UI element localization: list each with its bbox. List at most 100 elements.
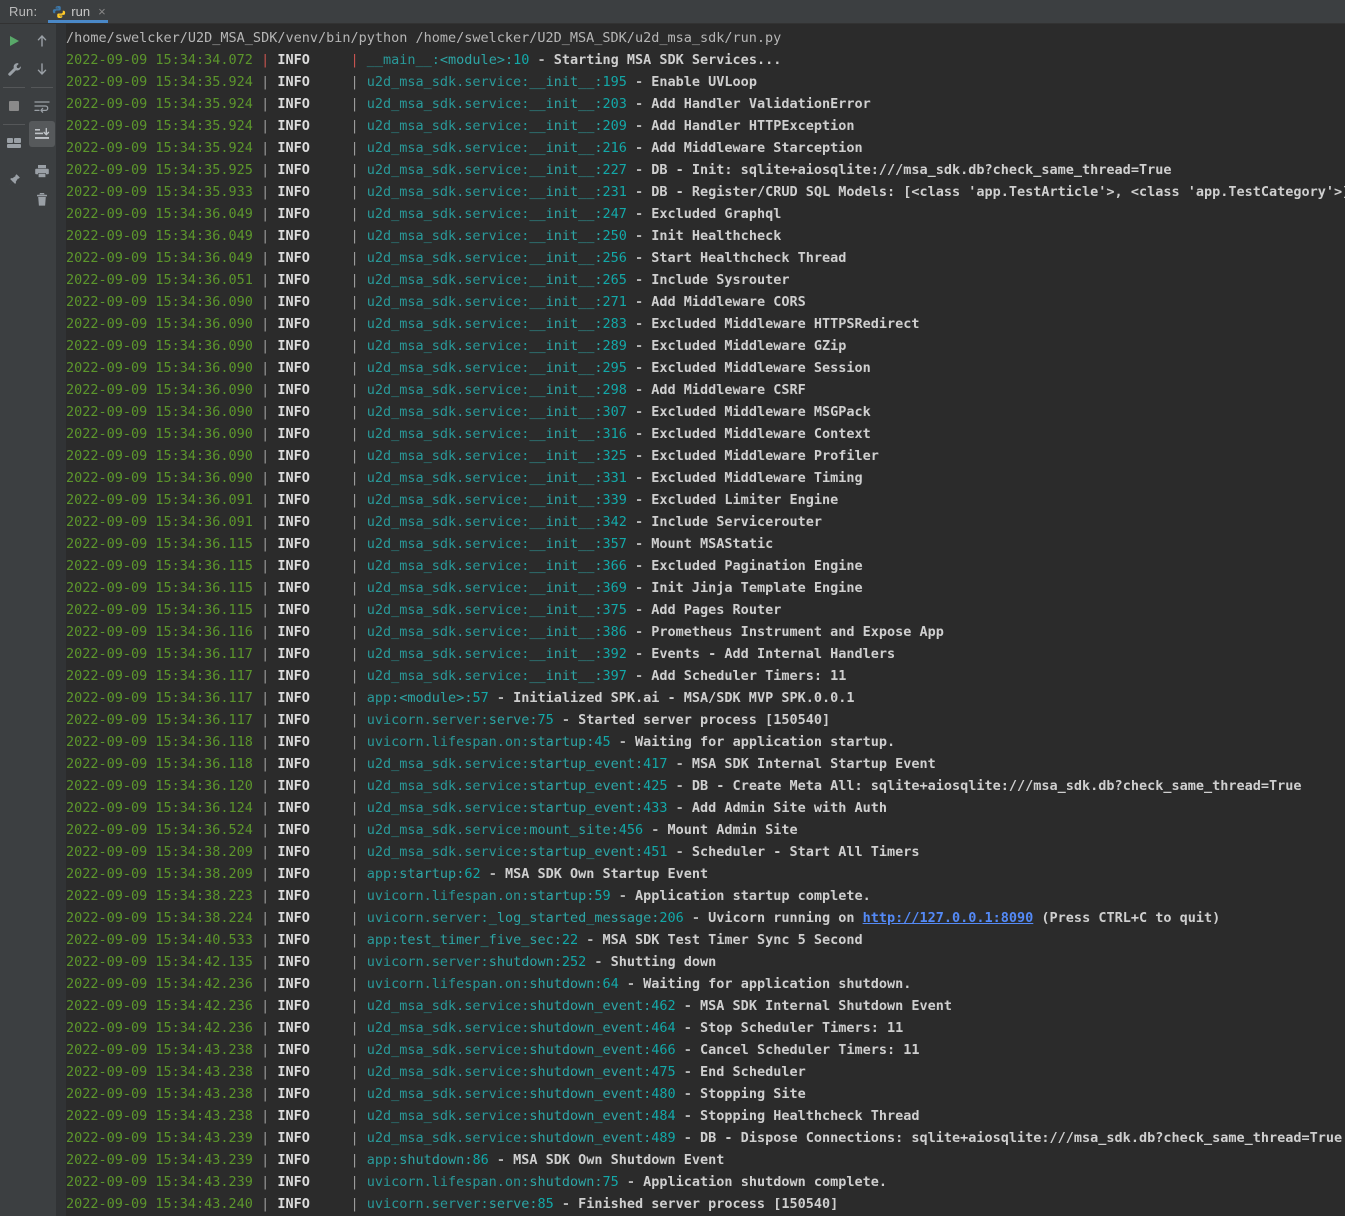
console-log-line: 2022-09-09 15:34:43.240 | INFO | uvicorn… — [66, 1196, 839, 1212]
log-level: INFO — [277, 250, 310, 266]
log-level: INFO — [277, 382, 310, 398]
log-level: INFO — [277, 206, 310, 222]
pin-icon[interactable] — [1, 167, 27, 193]
console-lines: /home/swelcker/U2D_MSA_SDK/venv/bin/pyth… — [66, 24, 1345, 1216]
console-log-line: 2022-09-09 15:34:36.091 | INFO | u2d_msa… — [66, 492, 839, 508]
log-level: INFO — [277, 338, 310, 354]
console-log-line: 2022-09-09 15:34:36.116 | INFO | u2d_msa… — [66, 624, 944, 640]
log-level: INFO — [277, 470, 310, 486]
scroll-to-end-icon[interactable] — [29, 121, 55, 147]
tool-window-title: Run: — [9, 4, 38, 19]
log-level: INFO — [277, 140, 310, 156]
console-log-line: 2022-09-09 15:34:43.238 | INFO | u2d_msa… — [66, 1042, 920, 1058]
log-level: INFO — [277, 1152, 310, 1168]
log-level: INFO — [277, 404, 310, 420]
log-level: INFO — [277, 1086, 310, 1102]
console-log-line: 2022-09-09 15:34:36.049 | INFO | u2d_msa… — [66, 206, 782, 222]
wrench-icon[interactable] — [1, 56, 27, 82]
log-level: INFO — [277, 96, 310, 112]
log-level: INFO — [277, 668, 310, 684]
log-level: INFO — [277, 228, 310, 244]
log-level: INFO — [277, 888, 310, 904]
console-log-line: 2022-09-09 15:34:34.072 | INFO | __main_… — [66, 52, 782, 68]
log-level: INFO — [277, 976, 310, 992]
log-level: INFO — [277, 514, 310, 530]
console-log-line: 2022-09-09 15:34:36.115 | INFO | u2d_msa… — [66, 580, 863, 596]
log-level: INFO — [277, 558, 310, 574]
toolbar-divider-2 — [3, 124, 25, 125]
log-level: INFO — [277, 822, 310, 838]
console-log-line: 2022-09-09 15:34:36.115 | INFO | u2d_msa… — [66, 558, 863, 574]
log-level: INFO — [277, 998, 310, 1014]
console-log-line: 2022-09-09 15:34:43.239 | INFO | app:shu… — [66, 1152, 725, 1168]
run-tool-window-header: Run: run × — [0, 0, 1345, 24]
tab-label: run — [71, 4, 91, 19]
console-log-line: 2022-09-09 15:34:36.091 | INFO | u2d_msa… — [66, 514, 822, 530]
toolbar-divider-4 — [31, 87, 53, 88]
console-log-line: 2022-09-09 15:34:36.051 | INFO | u2d_msa… — [66, 272, 790, 288]
run-button[interactable] — [1, 28, 27, 54]
log-level: INFO — [277, 844, 310, 860]
console-log-line: 2022-09-09 15:34:38.224 | INFO | uvicorn… — [66, 910, 1221, 926]
log-level: INFO — [277, 316, 310, 332]
console-log-line: 2022-09-09 15:34:36.120 | INFO | u2d_msa… — [66, 778, 1302, 794]
tab-run[interactable]: run × — [43, 0, 112, 23]
close-icon[interactable]: × — [98, 5, 106, 18]
console-log-line: 2022-09-09 15:34:43.239 | INFO | u2d_msa… — [66, 1130, 1343, 1146]
console-log-line: 2022-09-09 15:34:43.238 | INFO | u2d_msa… — [66, 1108, 920, 1124]
console-log-line: 2022-09-09 15:34:43.239 | INFO | uvicorn… — [66, 1174, 887, 1190]
console-log-line: 2022-09-09 15:34:43.238 | INFO | u2d_msa… — [66, 1086, 806, 1102]
console-log-line: 2022-09-09 15:34:36.524 | INFO | u2d_msa… — [66, 822, 798, 838]
log-level: INFO — [277, 1042, 310, 1058]
log-level: INFO — [277, 910, 310, 926]
console-log-line: 2022-09-09 15:34:35.925 | INFO | u2d_msa… — [66, 162, 1172, 178]
console-log-line: 2022-09-09 15:34:36.090 | INFO | u2d_msa… — [66, 382, 806, 398]
soft-wrap-icon[interactable] — [29, 93, 55, 119]
console-log-line: 2022-09-09 15:34:42.236 | INFO | uvicorn… — [66, 976, 912, 992]
toolbar-divider-5 — [31, 152, 53, 153]
console-output[interactable]: /home/swelcker/U2D_MSA_SDK/venv/bin/pyth… — [56, 24, 1345, 1216]
python-icon — [52, 5, 66, 19]
stop-button[interactable] — [1, 93, 27, 119]
console-log-line: 2022-09-09 15:34:42.135 | INFO | uvicorn… — [66, 954, 717, 970]
console-log-line: 2022-09-09 15:34:38.209 | INFO | u2d_msa… — [66, 844, 920, 860]
down-arrow-icon[interactable] — [29, 56, 55, 82]
console-log-line: 2022-09-09 15:34:42.236 | INFO | u2d_msa… — [66, 1020, 904, 1036]
console-log-line: 2022-09-09 15:34:38.223 | INFO | uvicorn… — [66, 888, 871, 904]
console-log-line: 2022-09-09 15:34:36.090 | INFO | u2d_msa… — [66, 338, 847, 354]
console-log-line: 2022-09-09 15:34:35.924 | INFO | u2d_msa… — [66, 118, 855, 134]
console-log-line: 2022-09-09 15:34:36.090 | INFO | u2d_msa… — [66, 426, 871, 442]
toolbar-right-column — [28, 27, 56, 1216]
log-level: INFO — [277, 492, 310, 508]
console-hyperlink[interactable]: http://127.0.0.1:8090 — [863, 910, 1034, 926]
log-level: INFO — [277, 118, 310, 134]
console-log-line: 2022-09-09 15:34:35.924 | INFO | u2d_msa… — [66, 96, 871, 112]
console-log-line: 2022-09-09 15:34:36.090 | INFO | u2d_msa… — [66, 294, 806, 310]
log-level: INFO — [277, 624, 310, 640]
console-log-line: 2022-09-09 15:34:36.090 | INFO | u2d_msa… — [66, 470, 863, 486]
log-level: INFO — [277, 756, 310, 772]
console-log-line: 2022-09-09 15:34:36.118 | INFO | u2d_msa… — [66, 756, 936, 772]
console-log-line: 2022-09-09 15:34:36.049 | INFO | u2d_msa… — [66, 250, 847, 266]
console-log-line: 2022-09-09 15:34:43.238 | INFO | u2d_msa… — [66, 1064, 806, 1080]
console-log-line: 2022-09-09 15:34:36.117 | INFO | uvicorn… — [66, 712, 831, 728]
log-level: INFO — [277, 1174, 310, 1190]
console-log-line: 2022-09-09 15:34:42.236 | INFO | u2d_msa… — [66, 998, 953, 1014]
log-level: INFO — [277, 800, 310, 816]
log-level: INFO — [277, 184, 310, 200]
log-level: INFO — [277, 1108, 310, 1124]
console-gutter — [56, 24, 66, 1216]
log-level: INFO — [277, 778, 310, 794]
trash-icon[interactable] — [29, 186, 55, 212]
log-level: INFO — [277, 74, 310, 90]
layout-icon[interactable] — [1, 130, 27, 156]
log-level: INFO — [277, 52, 310, 68]
log-level: INFO — [277, 536, 310, 552]
console-log-line: 2022-09-09 15:34:35.924 | INFO | u2d_msa… — [66, 74, 757, 90]
print-icon[interactable] — [29, 158, 55, 184]
console-log-line: 2022-09-09 15:34:38.209 | INFO | app:sta… — [66, 866, 709, 882]
console-log-line: 2022-09-09 15:34:35.933 | INFO | u2d_msa… — [66, 184, 1345, 200]
log-level: INFO — [277, 646, 310, 662]
up-arrow-icon[interactable] — [29, 28, 55, 54]
log-level: INFO — [277, 602, 310, 618]
